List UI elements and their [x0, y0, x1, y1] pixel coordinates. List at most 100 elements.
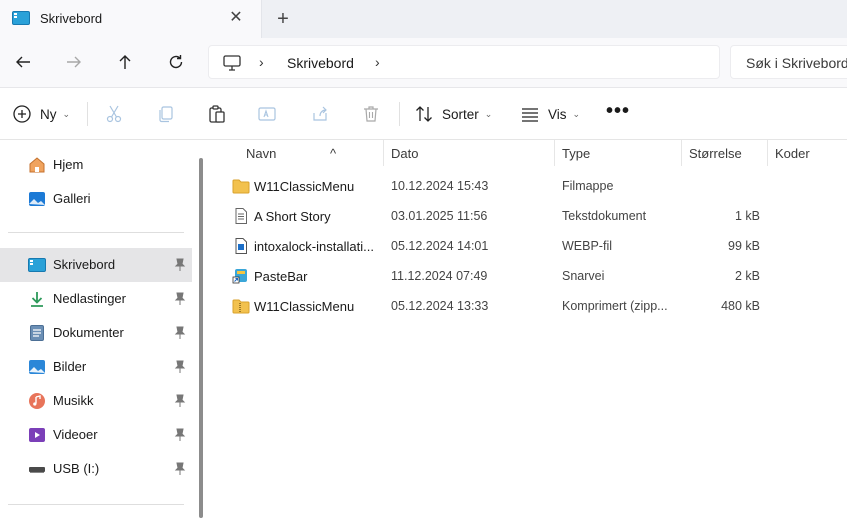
forward-button[interactable] [59, 48, 89, 76]
text-file-icon [235, 208, 247, 224]
sidebar-item-gallery[interactable]: Galleri [0, 182, 192, 216]
table-row[interactable]: A Short Story 03.01.2025 11:56 Tekstdoku… [226, 201, 836, 231]
paste-button[interactable] [207, 100, 227, 128]
breadcrumb-skrivebord[interactable]: Skrivebord [287, 55, 354, 71]
column-header-name[interactable]: Navn ^ [234, 140, 384, 166]
table-row[interactable]: W11ClassicMenu 05.12.2024 13:33 Komprime… [226, 291, 836, 321]
sidebar-item-label: Nedlastinger [53, 291, 126, 306]
navigation-pane: Hjem Galleri Skrivebord Nedlastinger Dok… [0, 140, 212, 518]
address-row: › Skrivebord › Søk i Skrivebord [0, 38, 847, 88]
breadcrumb-chevron-icon[interactable]: › [375, 54, 380, 70]
copy-button[interactable] [156, 100, 176, 128]
rename-button[interactable] [257, 100, 277, 128]
column-header-date[interactable]: Dato [384, 140, 555, 166]
file-type: Snarvei [562, 269, 605, 283]
share-button[interactable] [310, 100, 330, 128]
column-header-label: Navn [246, 146, 277, 161]
gallery-icon [29, 192, 45, 206]
clipboard-icon [209, 105, 225, 123]
sort-ascending-icon: ^ [330, 146, 337, 161]
file-size: 2 kB [734, 269, 760, 283]
shortcut-icon [232, 269, 247, 284]
file-name: PasteBar [254, 269, 308, 284]
new-button[interactable]: Ny ⌄ [12, 100, 70, 128]
file-type: Tekstdokument [562, 209, 647, 223]
search-input[interactable]: Søk i Skrivebord [730, 45, 847, 79]
close-tab-icon[interactable]: ✕ [226, 8, 246, 28]
new-label: Ny [40, 106, 57, 122]
file-size: 480 kB [721, 299, 760, 313]
table-row[interactable]: intoxalock-installati... 05.12.2024 14:0… [226, 231, 836, 261]
file-type: Komprimert (zipp... [562, 299, 668, 313]
address-bar[interactable]: › Skrivebord › [208, 45, 720, 79]
file-date: 03.01.2025 11:56 [391, 209, 488, 223]
tab-skrivebord[interactable]: Skrivebord ✕ [0, 0, 262, 38]
delete-button[interactable] [361, 100, 381, 128]
sidebar-item-pictures[interactable]: Bilder [0, 350, 192, 384]
sidebar-item-music[interactable]: Musikk [0, 384, 192, 418]
pin-icon[interactable] [174, 360, 186, 374]
sidebar-item-label: Bilder [53, 359, 87, 374]
file-name: W11ClassicMenu [254, 179, 355, 194]
refresh-button[interactable] [161, 48, 191, 76]
tab-bar: Skrivebord ✕ + [0, 0, 847, 38]
sidebar-item-downloads[interactable]: Nedlastinger [0, 282, 192, 316]
pin-icon[interactable] [174, 428, 186, 442]
sidebar-item-usb[interactable]: USB (I:) [0, 452, 192, 486]
file-date: 10.12.2024 15:43 [391, 179, 489, 193]
sidebar-scrollbar[interactable] [199, 158, 203, 518]
sidebar-item-videos[interactable]: Videoer [0, 418, 192, 452]
sidebar-item-label: Hjem [53, 157, 84, 172]
copy-icon [159, 106, 173, 123]
pin-icon[interactable] [174, 292, 186, 306]
view-list-icon [522, 108, 538, 122]
column-header-label: Størrelse [689, 146, 742, 161]
sidebar-item-desktop[interactable]: Skrivebord [0, 248, 192, 282]
table-row[interactable]: W11ClassicMenu 10.12.2024 15:43 Filmappe [226, 171, 836, 201]
up-button[interactable] [110, 48, 140, 76]
file-name: A Short Story [254, 209, 331, 224]
sidebar-item-documents[interactable]: Dokumenter [0, 316, 192, 350]
sidebar-item-label: Skrivebord [53, 257, 116, 272]
sidebar-item-home[interactable]: Hjem [0, 148, 192, 182]
rename-icon [258, 107, 276, 121]
music-icon [29, 393, 45, 409]
column-header-tags[interactable]: Koder [768, 140, 847, 166]
column-header-label: Koder [775, 146, 810, 161]
pin-icon[interactable] [174, 394, 186, 408]
more-options-icon[interactable]: ••• [606, 100, 630, 123]
breadcrumb-chevron-icon[interactable]: › [259, 54, 264, 70]
tab-title: Skrivebord [40, 11, 103, 26]
videos-icon [29, 428, 45, 442]
sidebar-item-label: Musikk [53, 393, 94, 408]
pin-icon[interactable] [174, 258, 186, 272]
refresh-icon [169, 55, 183, 69]
pictures-icon [29, 360, 45, 374]
arrow-right-icon [67, 56, 81, 68]
file-list: Navn ^ Dato Type Størrelse Koder W11Clas… [212, 140, 847, 518]
chevron-down-icon: ⌄ [62, 108, 71, 119]
pin-icon[interactable] [174, 326, 186, 340]
divider [8, 504, 184, 505]
command-bar: Ny ⌄ Sorter ⌄ Vis ⌄ ••• [0, 88, 847, 140]
table-row[interactable]: PasteBar 11.12.2024 07:49 Snarvei 2 kB [226, 261, 836, 291]
desktop-icon [28, 258, 46, 272]
column-header-type[interactable]: Type [555, 140, 682, 166]
pin-icon[interactable] [174, 462, 186, 476]
column-header-label: Type [562, 146, 591, 161]
cut-button[interactable] [104, 100, 124, 128]
back-button[interactable] [8, 48, 38, 76]
file-name: intoxalock-installati... [254, 239, 374, 254]
share-icon [313, 106, 327, 121]
sidebar-item-label: USB (I:) [53, 461, 100, 476]
home-icon [29, 157, 45, 173]
sort-button[interactable]: Sorter ⌄ [414, 100, 492, 128]
new-tab-button[interactable]: + [272, 8, 294, 30]
view-button[interactable]: Vis ⌄ [520, 100, 580, 128]
file-type: WEBP-fil [562, 239, 612, 253]
search-placeholder: Søk i Skrivebord [746, 55, 847, 71]
folder-icon [232, 179, 250, 194]
arrow-left-icon [16, 56, 30, 68]
view-label: Vis [548, 106, 567, 122]
column-header-size[interactable]: Størrelse [682, 140, 768, 166]
